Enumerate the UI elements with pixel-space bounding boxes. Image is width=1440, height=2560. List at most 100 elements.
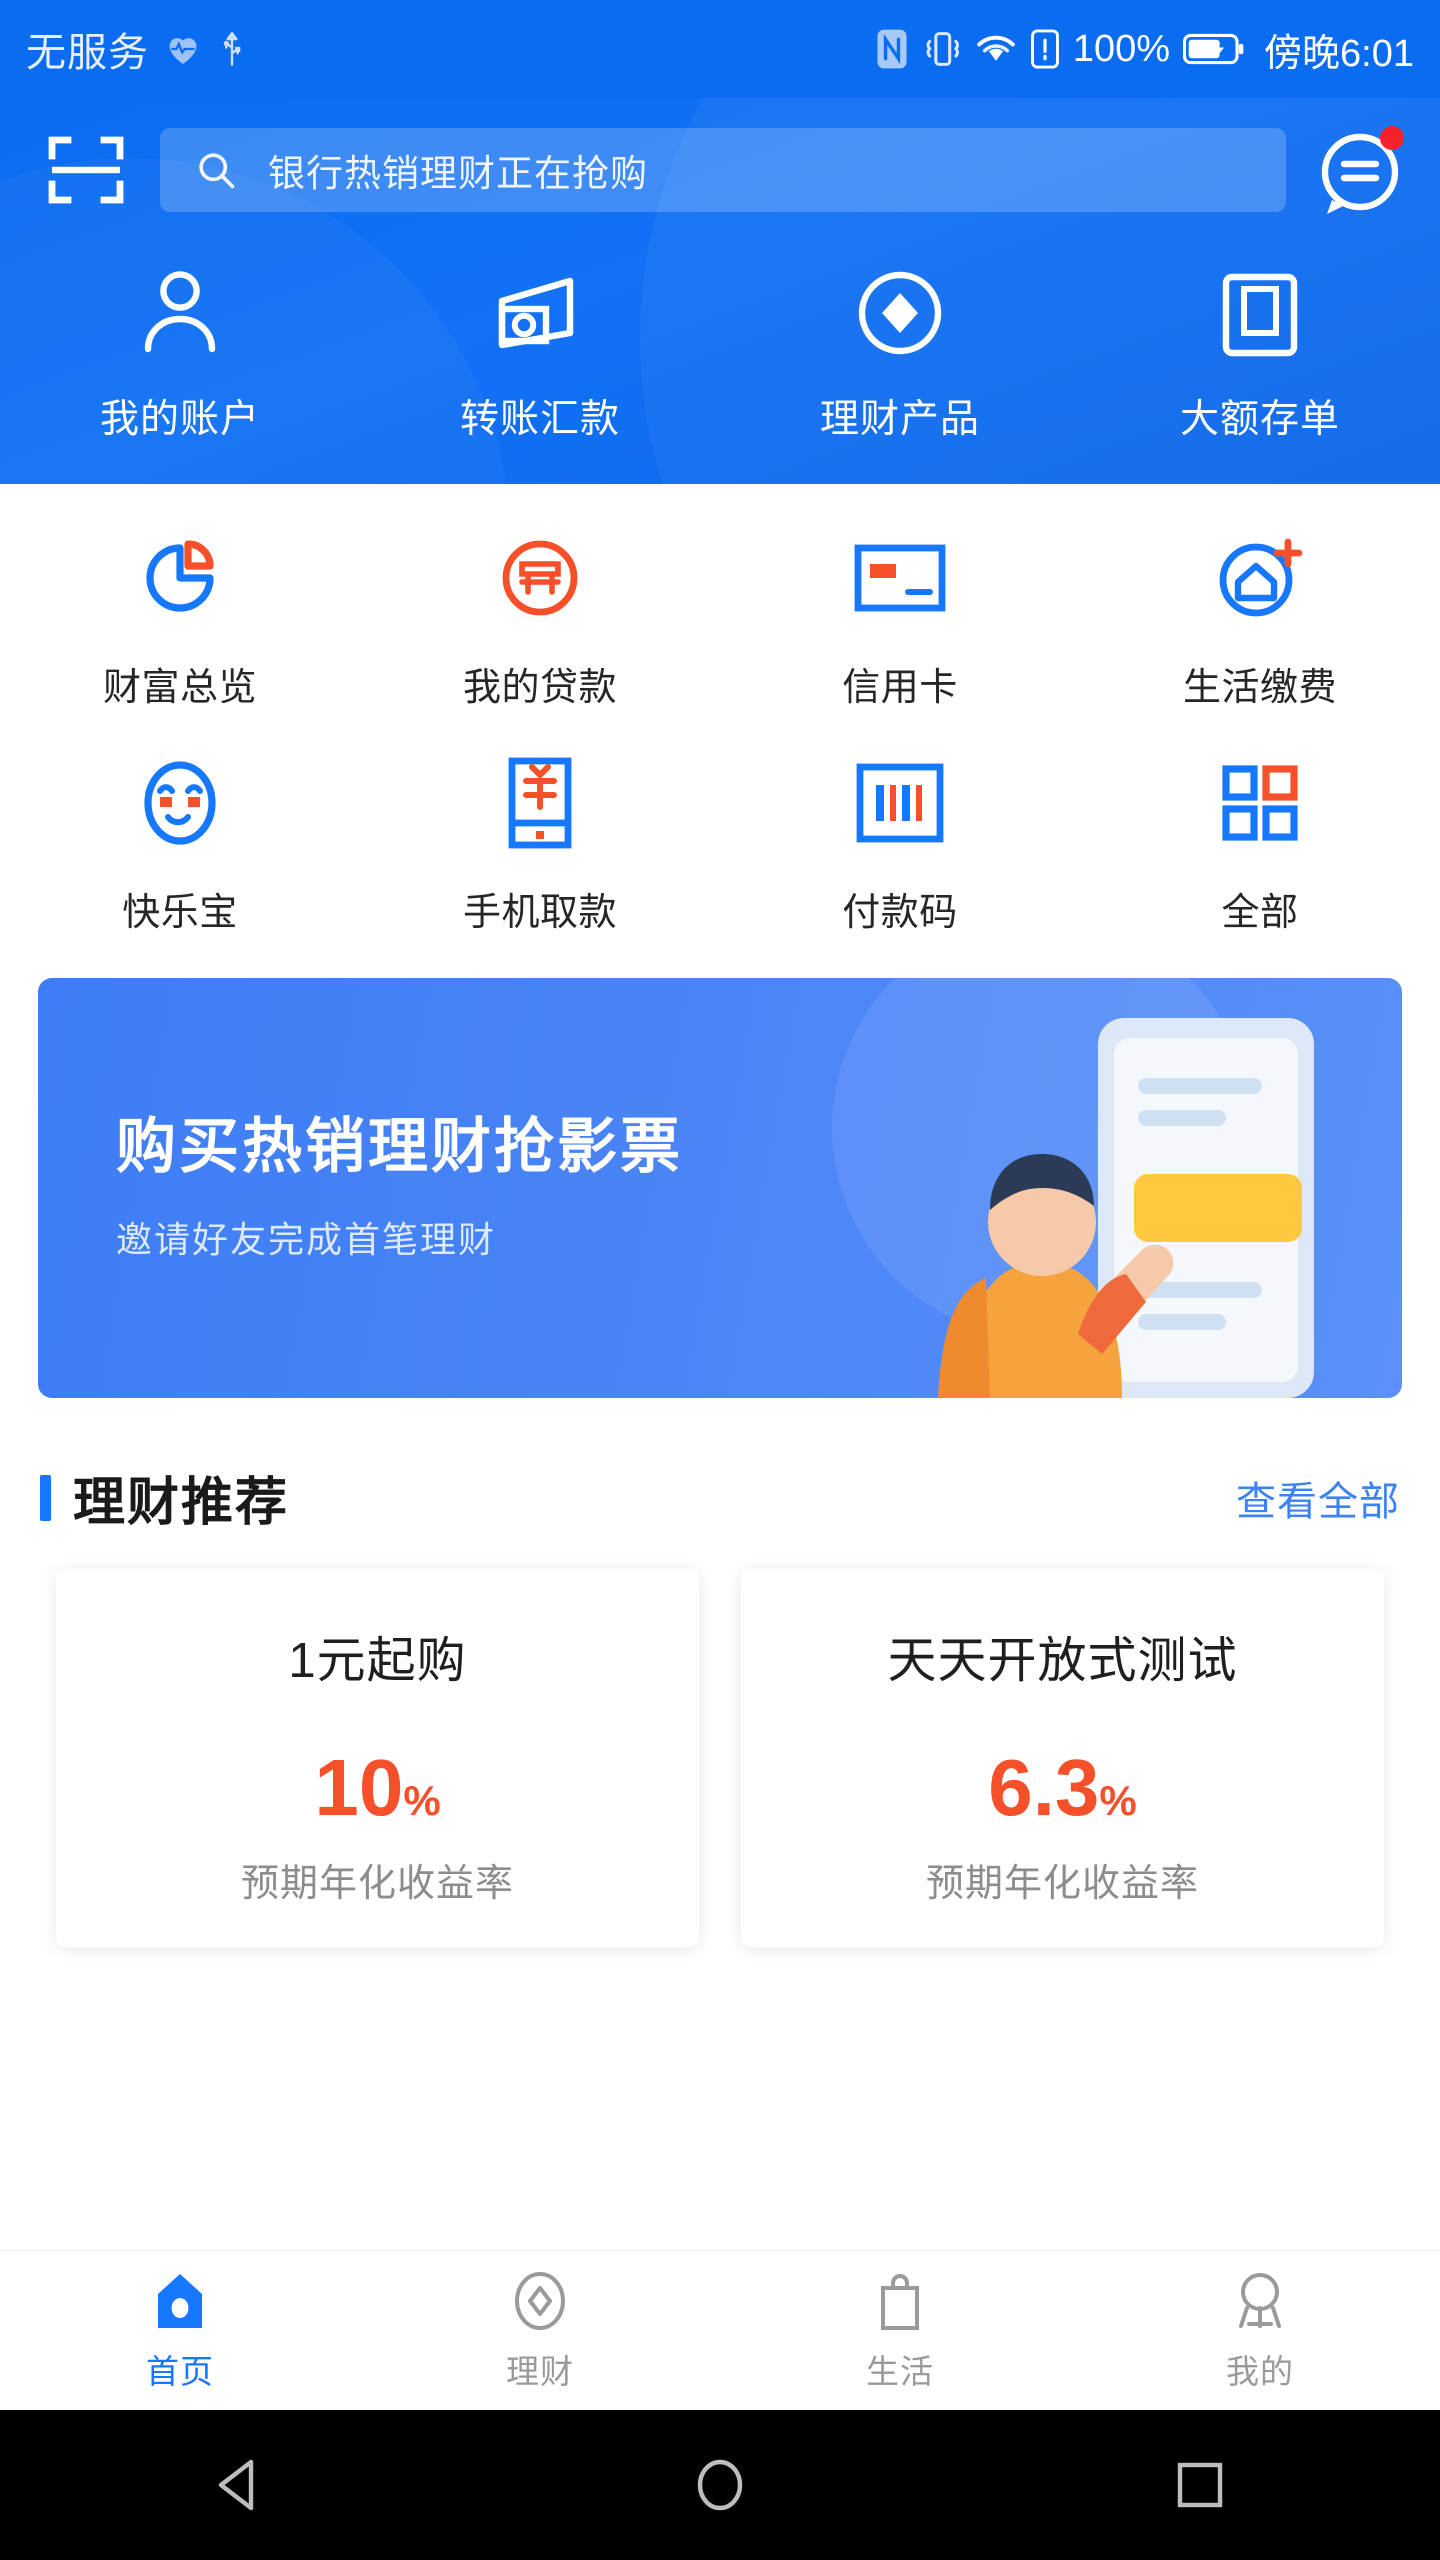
search-icon: [194, 148, 238, 192]
barcode-icon: [850, 753, 950, 853]
banner-subtitle: 邀请好友完成首笔理财: [116, 1219, 497, 1260]
tab-label: 生活: [866, 2352, 934, 2390]
banner-illustration-icon: [938, 1018, 1314, 1398]
promo-banner-wrap: 购买热销理财抢影票 邀请好友完成首笔理财: [0, 970, 1440, 1398]
diamond-circle-icon: [847, 260, 953, 366]
tab-label: 首页: [146, 2352, 214, 2390]
usb-icon: [217, 29, 247, 69]
finance-icon: [508, 2269, 572, 2333]
loan-icon: [490, 528, 590, 628]
quick-action-my-account[interactable]: 我的账户: [0, 260, 360, 444]
feature-happy-treasure[interactable]: 快乐宝: [0, 753, 360, 936]
feature-credit-card[interactable]: 信用卡: [720, 528, 1080, 711]
feature-label: 信用卡: [842, 667, 958, 709]
banner-title: 购买热销理财抢影票: [116, 1113, 683, 1180]
message-icon[interactable]: [1314, 122, 1410, 218]
feature-label: 生活缴费: [1182, 667, 1337, 709]
clock-label: 傍晚6:01: [1264, 32, 1414, 75]
status-bar: 无服务 100% 傍晚6:01: [0, 0, 1440, 98]
feature-my-loans[interactable]: 我的贷款: [360, 528, 720, 711]
search-input[interactable]: 银行热销理财正在抢购: [160, 128, 1286, 212]
android-nav-bar: [0, 2410, 1440, 2560]
product-rate-label: 预期年化收益率: [925, 1863, 1199, 1905]
feature-label: 全部: [1221, 892, 1299, 934]
product-rate-value: 10: [314, 1743, 404, 1832]
feature-grid-row: 快乐宝 手机取款 付款码 全部: [0, 753, 1440, 936]
home-circle-icon[interactable]: [665, 2430, 775, 2540]
tab-label: 我的: [1226, 2352, 1294, 2390]
app-header: 银行热销理财正在抢购 我的账户 转账汇款 理财产品 大额存单: [0, 98, 1440, 484]
feature-label: 手机取款: [462, 892, 617, 934]
battery-icon: [1182, 32, 1245, 66]
tab-life[interactable]: 生活: [720, 2269, 1080, 2393]
quick-action-label: 大额存单: [1179, 398, 1340, 441]
feature-wealth-overview[interactable]: 财富总览: [0, 528, 360, 711]
feature-payment-code[interactable]: 付款码: [720, 753, 1080, 936]
feature-label: 我的贷款: [462, 667, 617, 709]
life-icon: [868, 2269, 932, 2333]
recents-square-icon[interactable]: [1145, 2430, 1255, 2540]
home-icon: [148, 2269, 212, 2333]
message-badge-dot: [1380, 126, 1404, 150]
status-bar-left: 无服务: [26, 20, 247, 78]
product-rate-value: 6.3: [988, 1743, 1100, 1832]
product-title: 1元起购: [288, 1634, 467, 1688]
feature-all[interactable]: 全部: [1080, 753, 1440, 936]
quick-action-label: 理财产品: [819, 398, 980, 441]
quick-action-transfer[interactable]: 转账汇款: [360, 260, 720, 444]
profile-icon: [1228, 2269, 1292, 2333]
banner-text: 购买热销理财抢影票 邀请好友完成首笔理财: [116, 1098, 683, 1263]
sim-alert-icon: [1030, 29, 1060, 69]
quick-action-large-deposit[interactable]: 大额存单: [1080, 260, 1440, 444]
feature-life-payment[interactable]: 生活缴费: [1080, 528, 1440, 711]
nfc-icon: [875, 28, 909, 70]
battery-percent-label: 100%: [1072, 27, 1171, 70]
feature-phone-withdraw[interactable]: 手机取款: [360, 753, 720, 936]
quick-action-label: 我的账户: [99, 398, 260, 441]
product-card[interactable]: 天天开放式测试 6.3% 预期年化收益率: [741, 1569, 1384, 1947]
feature-label: 付款码: [842, 892, 958, 934]
quick-action-wealth-products[interactable]: 理财产品: [720, 260, 1080, 444]
search-row: 银行热销理财正在抢购: [0, 98, 1440, 226]
product-rate: 10%: [76, 1748, 679, 1828]
section-accent-bar: [40, 1474, 51, 1521]
clipboard-icon: [1207, 260, 1313, 366]
feature-grid: 财富总览 我的贷款 信用卡 生活缴费 快乐宝 手机取款 付款码 全部: [0, 484, 1440, 970]
promo-banner[interactable]: 购买热销理财抢影票 邀请好友完成首笔理财: [38, 978, 1402, 1398]
product-rate-unit: %: [403, 1777, 441, 1824]
wifi-icon: [975, 31, 1017, 67]
tab-home[interactable]: 首页: [0, 2269, 360, 2393]
tab-profile[interactable]: 我的: [1080, 2269, 1440, 2393]
pie-chart-icon: [130, 528, 230, 628]
status-bar-right: 100% 傍晚6:01: [875, 22, 1414, 77]
scan-icon[interactable]: [40, 124, 132, 216]
product-card-list: 1元起购 10% 预期年化收益率 天天开放式测试 6.3% 预期年化收益率: [0, 1563, 1440, 1947]
house-plus-icon: [1210, 528, 1310, 628]
product-title: 天天开放式测试: [887, 1634, 1238, 1688]
view-all-link[interactable]: 查看全部: [1236, 1469, 1400, 1527]
product-rate: 6.3%: [761, 1748, 1364, 1828]
product-rate-unit: %: [1099, 1777, 1137, 1824]
section-header: 理财推荐 查看全部: [0, 1398, 1440, 1563]
vibrate-icon: [922, 28, 962, 70]
feature-grid-row: 财富总览 我的贷款 信用卡 生活缴费: [0, 528, 1440, 711]
phone-cash-icon: [490, 753, 590, 853]
product-card[interactable]: 1元起购 10% 预期年化收益率: [56, 1569, 699, 1947]
feature-label: 财富总览: [102, 667, 257, 709]
heart-icon: [163, 29, 203, 69]
smiley-icon: [130, 753, 230, 853]
search-input-value: 银行热销理财正在抢购: [268, 153, 648, 194]
back-triangle-icon[interactable]: [185, 2430, 295, 2540]
header-quick-actions: 我的账户 转账汇款 理财产品 大额存单: [0, 226, 1440, 466]
credit-card-icon: [850, 528, 950, 628]
tab-finance[interactable]: 理财: [360, 2269, 720, 2393]
product-rate-label: 预期年化收益率: [240, 1863, 514, 1905]
feature-label: 快乐宝: [122, 892, 238, 934]
grid-all-icon: [1210, 753, 1310, 853]
tab-label: 理财: [506, 2352, 574, 2390]
section-title: 理财推荐: [73, 1474, 290, 1532]
person-icon: [127, 260, 233, 366]
transfer-icon: [487, 260, 593, 366]
quick-action-label: 转账汇款: [459, 398, 620, 441]
bottom-tab-bar: 首页 理财 生活 我的: [0, 2250, 1440, 2410]
